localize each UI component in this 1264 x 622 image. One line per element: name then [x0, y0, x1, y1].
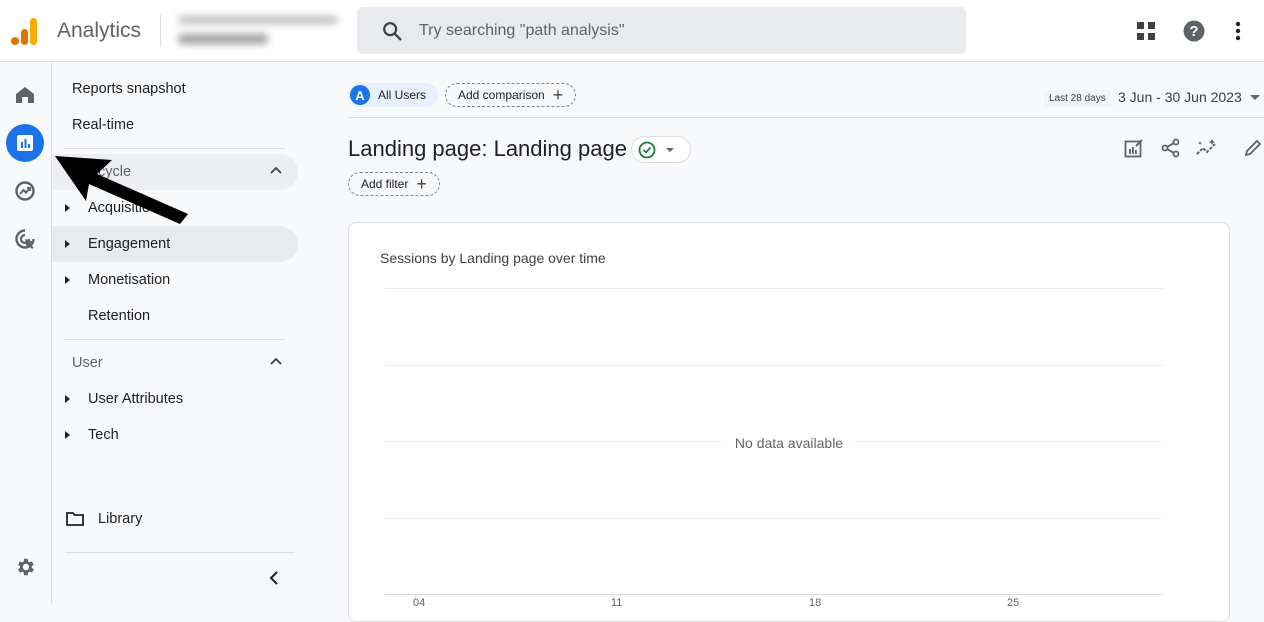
bar-chart-icon	[17, 135, 33, 151]
home-icon	[16, 87, 34, 103]
left-rail	[0, 63, 52, 603]
gridline	[385, 365, 1163, 366]
app-title: Analytics	[57, 19, 142, 42]
chevron-up-icon	[270, 357, 282, 365]
rail-explore-button[interactable]	[6, 172, 44, 210]
caret-right-icon	[65, 204, 70, 212]
dropdown-arrow-icon	[666, 147, 674, 152]
folder-icon	[66, 512, 84, 526]
help-icon[interactable]: ?	[1181, 18, 1207, 44]
date-preset-badge: Last 28 days	[1044, 90, 1111, 107]
nav-section-user[interactable]: User	[52, 345, 298, 381]
x-tick-label: 04	[413, 597, 426, 609]
divider	[64, 339, 285, 340]
rail-advertising-button[interactable]	[6, 220, 44, 258]
chart-title: Sessions by Landing page over time	[380, 250, 606, 266]
top-bar: Analytics ?	[0, 0, 1264, 62]
collapse-nav-button[interactable]	[262, 566, 286, 590]
x-tick-label: 18	[809, 597, 822, 609]
add-comparison-button[interactable]: Add comparison +	[445, 83, 577, 107]
rail-settings-button[interactable]	[6, 548, 44, 586]
share-icon[interactable]	[1159, 136, 1183, 160]
segment-avatar: A	[350, 85, 370, 105]
caret-right-icon	[65, 276, 70, 284]
more-vert-icon[interactable]	[1225, 18, 1251, 44]
reports-nav: Reports snapshot Real-time cycle Acquisi…	[52, 63, 304, 603]
nav-item-user-attributes[interactable]: User Attributes	[52, 381, 298, 417]
search-bar[interactable]	[357, 7, 966, 54]
insights-icon[interactable]	[1195, 136, 1219, 160]
rail-reports-button[interactable]	[6, 124, 44, 162]
x-tick-label: 11	[611, 597, 623, 609]
divider	[160, 14, 161, 46]
explore-trend-icon	[15, 181, 35, 201]
add-filter-button[interactable]: Add filter +	[348, 172, 440, 196]
apps-grid-icon[interactable]	[1133, 18, 1159, 44]
main-content: A All Users Add comparison + Last 28 day…	[304, 63, 1264, 622]
cursor-target-icon	[15, 229, 35, 249]
plus-icon: +	[552, 85, 564, 105]
divider	[65, 552, 295, 553]
chevron-left-icon	[269, 571, 278, 585]
nav-item-tech[interactable]: Tech	[52, 417, 298, 453]
account-selector[interactable]	[172, 8, 348, 54]
divider	[64, 148, 285, 149]
no-data-message: No data available	[349, 435, 1229, 451]
customize-report-icon[interactable]	[1122, 136, 1146, 160]
nav-section-life-cycle[interactable]: cycle	[52, 154, 298, 190]
chevron-up-icon	[270, 166, 282, 174]
dropdown-arrow-icon	[1249, 94, 1260, 100]
x-tick-label: 25	[1007, 597, 1020, 609]
search-input[interactable]	[419, 7, 939, 54]
nav-item-reports-snapshot[interactable]: Reports snapshot	[52, 71, 298, 107]
segment-chip-all-users[interactable]: A All Users	[348, 83, 439, 107]
svg-text:?: ?	[1189, 23, 1198, 40]
nav-item-acquisition[interactable]: Acquisitio	[52, 190, 298, 226]
page-title: Landing page: Landing page	[348, 136, 627, 161]
analytics-logo-icon[interactable]	[10, 16, 38, 46]
edit-icon[interactable]	[1241, 136, 1264, 160]
gear-icon	[18, 558, 34, 576]
divider	[348, 117, 1264, 118]
search-icon	[383, 22, 402, 41]
rail-home-button[interactable]	[6, 76, 44, 114]
check-circle-icon	[638, 141, 656, 158]
caret-right-icon	[65, 240, 70, 248]
chart-card: Sessions by Landing page over time No da…	[348, 222, 1230, 622]
nav-item-real-time[interactable]: Real-time	[52, 107, 298, 143]
nav-item-monetisation[interactable]: Monetisation	[52, 262, 298, 298]
nav-item-library[interactable]: Library	[66, 505, 142, 533]
date-range-picker[interactable]: 3 Jun - 30 Jun 2023	[1118, 89, 1260, 105]
caret-right-icon	[65, 395, 70, 403]
report-status-dropdown[interactable]	[631, 136, 691, 163]
nav-item-retention[interactable]: Retention	[52, 298, 298, 334]
caret-right-icon	[65, 431, 70, 439]
nav-item-engagement[interactable]: Engagement	[52, 226, 298, 262]
plus-icon: +	[416, 174, 427, 194]
x-axis-line	[385, 594, 1163, 595]
gridline	[385, 288, 1163, 289]
gridline	[385, 518, 1163, 519]
